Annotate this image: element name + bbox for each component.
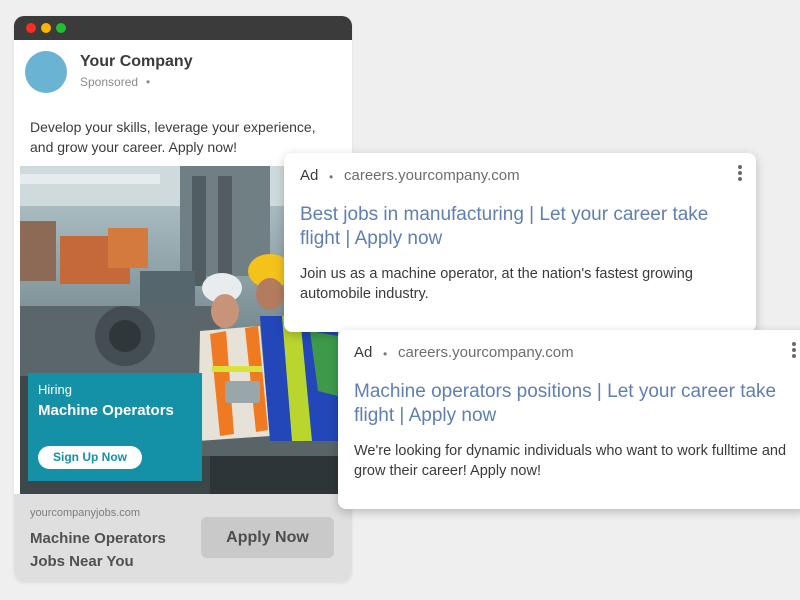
ad-display-url[interactable]: careers.yourcompany.com — [344, 167, 520, 184]
company-name[interactable]: Your Company — [80, 53, 193, 71]
more-options-icon[interactable] — [737, 165, 743, 183]
maximize-window-dot[interactable] — [56, 23, 66, 33]
ad-footer[interactable]: yourcompanyjobs.com Machine Operators Jo… — [14, 494, 352, 582]
ad-label: Ad — [354, 344, 373, 361]
hiring-banner: Hiring Machine Operators Sign Up Now — [28, 373, 202, 481]
search-ad-card: Ad • careers.yourcompany.com Machine ope… — [338, 330, 800, 509]
sponsored-label: Sponsored • — [80, 75, 150, 89]
ad-description: Join us as a machine operator, at the na… — [300, 266, 693, 302]
ad-description: We're looking for dynamic individuals wh… — [354, 443, 787, 479]
ad-label: Ad — [300, 167, 319, 184]
close-window-dot[interactable] — [26, 23, 36, 33]
sponsored-text: Sponsored — [80, 75, 139, 89]
footer-url[interactable]: yourcompanyjobs.com — [30, 507, 140, 519]
search-ad-card: Ad • careers.yourcompany.com Best jobs i… — [284, 153, 756, 332]
company-avatar[interactable] — [25, 51, 67, 93]
hiring-label: Hiring — [38, 382, 72, 397]
footer-headline[interactable]: Machine Operators Jobs Near You — [30, 527, 200, 573]
ad-headline-link[interactable]: Best jobs in manufacturing | Let your ca… — [300, 203, 745, 251]
more-options-icon[interactable] — [791, 342, 797, 360]
ad-separator: • — [383, 347, 388, 361]
apply-now-button[interactable]: Apply Now — [201, 517, 334, 558]
ad-display-url[interactable]: careers.yourcompany.com — [398, 344, 574, 361]
minimize-window-dot[interactable] — [41, 23, 51, 33]
sign-up-button[interactable]: Sign Up Now — [38, 446, 142, 469]
post-text: Develop your skills, leverage your exper… — [30, 119, 316, 155]
sponsored-bullet: • — [146, 75, 151, 89]
ad-separator: • — [329, 170, 334, 184]
hiring-title: Machine Operators — [38, 402, 174, 419]
window-titlebar — [14, 16, 352, 40]
ad-headline-link[interactable]: Machine operators positions | Let your c… — [354, 380, 799, 428]
